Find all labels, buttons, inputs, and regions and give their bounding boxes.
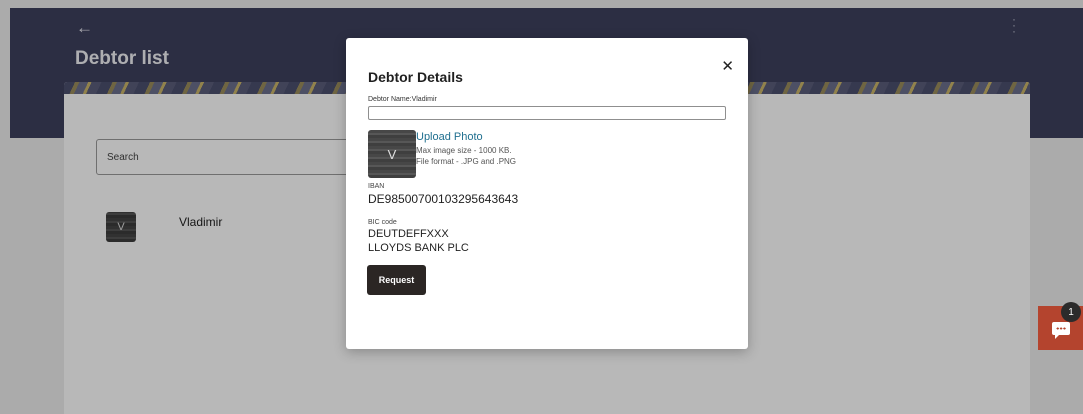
debtor-name-label: Debtor Name:Vladimir — [368, 96, 437, 103]
close-icon[interactable]: ✕ — [721, 57, 734, 75]
notification-badge: 1 — [1061, 302, 1081, 322]
debtor-photo[interactable]: V — [368, 130, 416, 178]
iban-label: IBAN — [368, 183, 385, 190]
chat-icon — [1051, 321, 1070, 339]
debtor-name-field[interactable] — [368, 106, 726, 120]
iban-value: DE98500700103295643643 — [368, 192, 519, 206]
upload-size-hint: Max image size - 1000 KB. — [416, 146, 512, 155]
request-button[interactable]: Request — [367, 265, 426, 295]
upload-format-hint: File format - .JPG and .PNG — [416, 157, 517, 166]
upload-photo-link[interactable]: Upload Photo — [416, 131, 483, 143]
bic-value: DEUTDEFFXXX — [368, 228, 449, 240]
modal-title: Debtor Details — [368, 69, 463, 85]
debtor-details-modal: Debtor Details ✕ Debtor Name:Vladimir V … — [346, 38, 748, 349]
bic-label: BIC code — [368, 219, 397, 226]
bank-name: LLOYDS BANK PLC — [368, 242, 469, 254]
